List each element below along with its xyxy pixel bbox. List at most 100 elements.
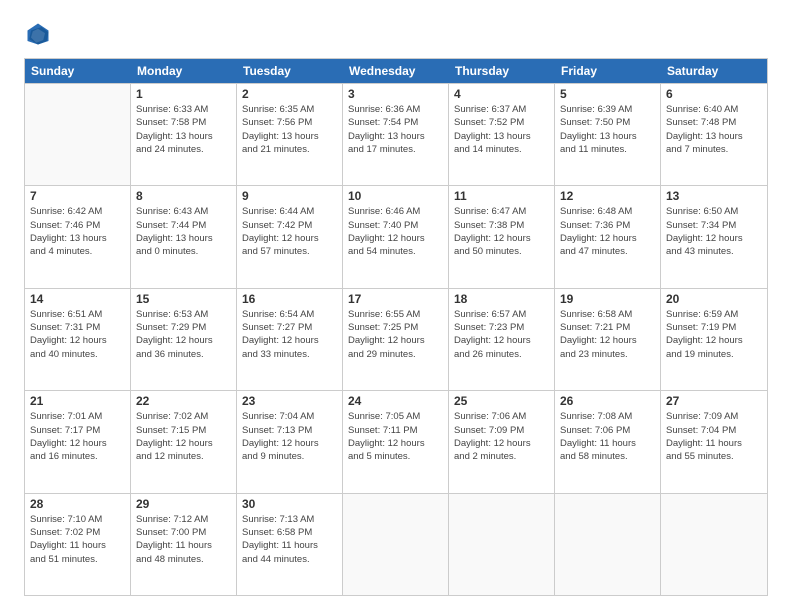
- calendar-cell: 22 Sunrise: 7:02 AM Sunset: 7:15 PM Dayli…: [131, 391, 237, 492]
- day-number: 25: [454, 394, 549, 408]
- day-number: 9: [242, 189, 337, 203]
- day-number: 20: [666, 292, 762, 306]
- day-number: 27: [666, 394, 762, 408]
- day-info: Sunrise: 7:08 AM Sunset: 7:06 PM Dayligh…: [560, 410, 655, 463]
- day-number: 8: [136, 189, 231, 203]
- logo-icon: [24, 20, 52, 48]
- day-number: 14: [30, 292, 125, 306]
- day-info: Sunrise: 6:50 AM Sunset: 7:34 PM Dayligh…: [666, 205, 762, 258]
- calendar-cell: 26 Sunrise: 7:08 AM Sunset: 7:06 PM Dayli…: [555, 391, 661, 492]
- calendar-cell: 27 Sunrise: 7:09 AM Sunset: 7:04 PM Dayli…: [661, 391, 767, 492]
- day-number: 16: [242, 292, 337, 306]
- calendar-cell: 1 Sunrise: 6:33 AM Sunset: 7:58 PM Daylig…: [131, 84, 237, 185]
- calendar-cell: 8 Sunrise: 6:43 AM Sunset: 7:44 PM Daylig…: [131, 186, 237, 287]
- calendar-cell: 12 Sunrise: 6:48 AM Sunset: 7:36 PM Dayli…: [555, 186, 661, 287]
- day-info: Sunrise: 6:36 AM Sunset: 7:54 PM Dayligh…: [348, 103, 443, 156]
- logo: [24, 20, 56, 48]
- calendar-cell: 6 Sunrise: 6:40 AM Sunset: 7:48 PM Daylig…: [661, 84, 767, 185]
- calendar-cell: 17Sunrise: 6:55 AM Sunset: 7:25 PM Dayli…: [343, 289, 449, 390]
- day-info: Sunrise: 6:51 AM Sunset: 7:31 PM Dayligh…: [30, 308, 125, 361]
- day-number: 3: [348, 87, 443, 101]
- page: SundayMondayTuesdayWednesdayThursdayFrid…: [0, 0, 792, 612]
- day-info: Sunrise: 6:46 AM Sunset: 7:40 PM Dayligh…: [348, 205, 443, 258]
- calendar-cell: 30 Sunrise: 7:13 AM Sunset: 6:58 PM Dayli…: [237, 494, 343, 595]
- calendar-cell: 14 Sunrise: 6:51 AM Sunset: 7:31 PM Dayli…: [25, 289, 131, 390]
- calendar-cell: 9 Sunrise: 6:44 AM Sunset: 7:42 PM Daylig…: [237, 186, 343, 287]
- header-day-tuesday: Tuesday: [237, 59, 343, 83]
- day-info: Sunrise: 7:12 AM Sunset: 7:00 PM Dayligh…: [136, 513, 231, 566]
- day-info: Sunrise: 6:40 AM Sunset: 7:48 PM Dayligh…: [666, 103, 762, 156]
- header-day-wednesday: Wednesday: [343, 59, 449, 83]
- day-info: Sunrise: 7:13 AM Sunset: 6:58 PM Dayligh…: [242, 513, 337, 566]
- day-info: Sunrise: 6:48 AM Sunset: 7:36 PM Dayligh…: [560, 205, 655, 258]
- calendar-cell: [555, 494, 661, 595]
- calendar-row-4: 28 Sunrise: 7:10 AM Sunset: 7:02 PM Dayli…: [25, 493, 767, 595]
- day-number: 18: [454, 292, 549, 306]
- calendar-cell: 16 Sunrise: 6:54 AM Sunset: 7:27 PM Dayli…: [237, 289, 343, 390]
- calendar-cell: 23Sunrise: 7:04 AM Sunset: 7:13 PM Dayli…: [237, 391, 343, 492]
- day-info: Sunrise: 6:59 AM Sunset: 7:19 PM Dayligh…: [666, 308, 762, 361]
- calendar-cell: 13 Sunrise: 6:50 AM Sunset: 7:34 PM Dayli…: [661, 186, 767, 287]
- day-number: 11: [454, 189, 549, 203]
- header: [24, 20, 768, 48]
- day-number: 1: [136, 87, 231, 101]
- day-number: 22: [136, 394, 231, 408]
- day-info: Sunrise: 6:54 AM Sunset: 7:27 PM Dayligh…: [242, 308, 337, 361]
- day-number: 26: [560, 394, 655, 408]
- calendar-cell: 4Sunrise: 6:37 AM Sunset: 7:52 PM Daylig…: [449, 84, 555, 185]
- day-info: Sunrise: 6:43 AM Sunset: 7:44 PM Dayligh…: [136, 205, 231, 258]
- day-info: Sunrise: 7:09 AM Sunset: 7:04 PM Dayligh…: [666, 410, 762, 463]
- day-info: Sunrise: 6:58 AM Sunset: 7:21 PM Dayligh…: [560, 308, 655, 361]
- day-number: 13: [666, 189, 762, 203]
- calendar: SundayMondayTuesdayWednesdayThursdayFrid…: [24, 58, 768, 596]
- calendar-cell: 10Sunrise: 6:46 AM Sunset: 7:40 PM Dayli…: [343, 186, 449, 287]
- calendar-row-1: 7Sunrise: 6:42 AM Sunset: 7:46 PM Daylig…: [25, 185, 767, 287]
- calendar-cell: 5Sunrise: 6:39 AM Sunset: 7:50 PM Daylig…: [555, 84, 661, 185]
- calendar-cell: 11 Sunrise: 6:47 AM Sunset: 7:38 PM Dayli…: [449, 186, 555, 287]
- calendar-cell: 15Sunrise: 6:53 AM Sunset: 7:29 PM Dayli…: [131, 289, 237, 390]
- day-number: 2: [242, 87, 337, 101]
- day-info: Sunrise: 6:35 AM Sunset: 7:56 PM Dayligh…: [242, 103, 337, 156]
- calendar-cell: 3 Sunrise: 6:36 AM Sunset: 7:54 PM Daylig…: [343, 84, 449, 185]
- calendar-cell: [661, 494, 767, 595]
- day-info: Sunrise: 6:33 AM Sunset: 7:58 PM Dayligh…: [136, 103, 231, 156]
- header-day-thursday: Thursday: [449, 59, 555, 83]
- calendar-row-0: 1 Sunrise: 6:33 AM Sunset: 7:58 PM Daylig…: [25, 83, 767, 185]
- calendar-cell: 20 Sunrise: 6:59 AM Sunset: 7:19 PM Dayli…: [661, 289, 767, 390]
- day-info: Sunrise: 7:01 AM Sunset: 7:17 PM Dayligh…: [30, 410, 125, 463]
- calendar-cell: [343, 494, 449, 595]
- day-info: Sunrise: 7:04 AM Sunset: 7:13 PM Dayligh…: [242, 410, 337, 463]
- day-info: Sunrise: 6:55 AM Sunset: 7:25 PM Dayligh…: [348, 308, 443, 361]
- calendar-cell: 29 Sunrise: 7:12 AM Sunset: 7:00 PM Dayli…: [131, 494, 237, 595]
- header-day-monday: Monday: [131, 59, 237, 83]
- day-info: Sunrise: 7:05 AM Sunset: 7:11 PM Dayligh…: [348, 410, 443, 463]
- calendar-cell: [25, 84, 131, 185]
- calendar-row-3: 21 Sunrise: 7:01 AM Sunset: 7:17 PM Dayli…: [25, 390, 767, 492]
- day-number: 12: [560, 189, 655, 203]
- calendar-row-2: 14 Sunrise: 6:51 AM Sunset: 7:31 PM Dayli…: [25, 288, 767, 390]
- day-info: Sunrise: 6:53 AM Sunset: 7:29 PM Dayligh…: [136, 308, 231, 361]
- calendar-cell: [449, 494, 555, 595]
- day-info: Sunrise: 6:37 AM Sunset: 7:52 PM Dayligh…: [454, 103, 549, 156]
- calendar-cell: 7Sunrise: 6:42 AM Sunset: 7:46 PM Daylig…: [25, 186, 131, 287]
- day-number: 21: [30, 394, 125, 408]
- day-number: 29: [136, 497, 231, 511]
- calendar-cell: 2 Sunrise: 6:35 AM Sunset: 7:56 PM Daylig…: [237, 84, 343, 185]
- day-info: Sunrise: 6:47 AM Sunset: 7:38 PM Dayligh…: [454, 205, 549, 258]
- day-number: 6: [666, 87, 762, 101]
- day-info: Sunrise: 7:10 AM Sunset: 7:02 PM Dayligh…: [30, 513, 125, 566]
- calendar-cell: 28 Sunrise: 7:10 AM Sunset: 7:02 PM Dayli…: [25, 494, 131, 595]
- day-info: Sunrise: 7:02 AM Sunset: 7:15 PM Dayligh…: [136, 410, 231, 463]
- day-number: 30: [242, 497, 337, 511]
- header-day-saturday: Saturday: [661, 59, 767, 83]
- day-info: Sunrise: 7:06 AM Sunset: 7:09 PM Dayligh…: [454, 410, 549, 463]
- day-info: Sunrise: 6:39 AM Sunset: 7:50 PM Dayligh…: [560, 103, 655, 156]
- day-info: Sunrise: 6:42 AM Sunset: 7:46 PM Dayligh…: [30, 205, 125, 258]
- day-number: 24: [348, 394, 443, 408]
- day-info: Sunrise: 6:44 AM Sunset: 7:42 PM Dayligh…: [242, 205, 337, 258]
- day-number: 19: [560, 292, 655, 306]
- calendar-header: SundayMondayTuesdayWednesdayThursdayFrid…: [25, 59, 767, 83]
- calendar-cell: 21 Sunrise: 7:01 AM Sunset: 7:17 PM Dayli…: [25, 391, 131, 492]
- day-number: 28: [30, 497, 125, 511]
- calendar-cell: 19 Sunrise: 6:58 AM Sunset: 7:21 PM Dayli…: [555, 289, 661, 390]
